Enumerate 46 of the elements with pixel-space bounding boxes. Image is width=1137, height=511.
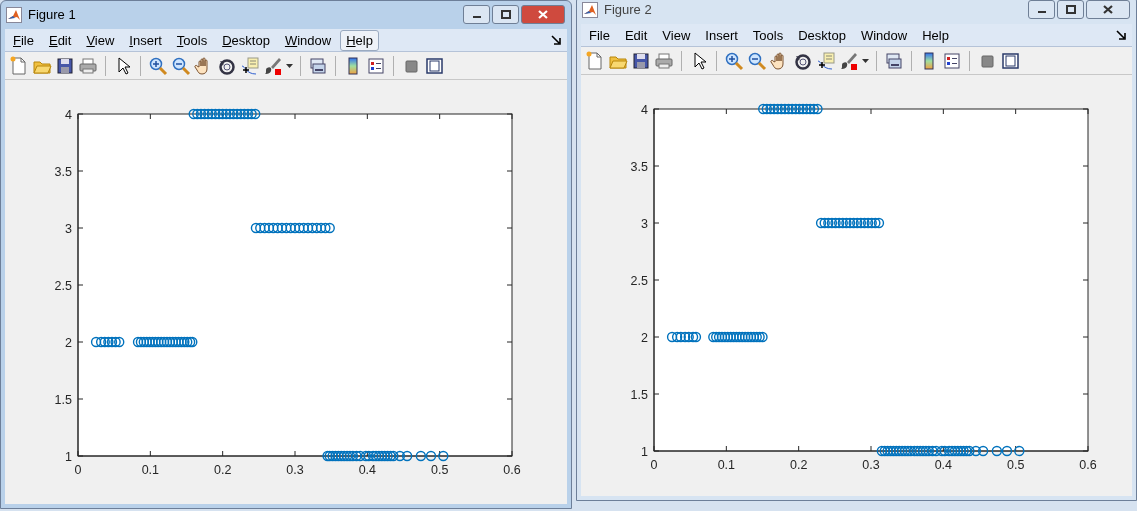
- tick-label: 0.4: [934, 458, 953, 472]
- tick-label: 2.5: [630, 273, 648, 288]
- tick-label: 1: [641, 444, 648, 459]
- tick-label: 0.1: [717, 458, 736, 472]
- menu-item[interactable]: View: [80, 29, 121, 51]
- menu-item[interactable]: Help: [340, 29, 379, 51]
- tick-label: 3: [641, 216, 648, 231]
- tick-label: 1.5: [54, 392, 72, 407]
- menu-item[interactable]: Window: [854, 24, 914, 46]
- tick-label: 3.5: [630, 159, 648, 174]
- menu-item[interactable]: Desktop: [792, 24, 852, 46]
- tick-label: 0.4: [358, 463, 377, 477]
- tick-label: 0.1: [141, 463, 160, 477]
- tick-label: 0: [74, 463, 82, 477]
- tick-label: 0.2: [213, 463, 232, 477]
- tick-label: 3.5: [54, 164, 72, 179]
- tick-label: 0.5: [1006, 458, 1025, 472]
- tick-label: 0.6: [1079, 458, 1097, 472]
- menu-item[interactable]: Edit: [618, 24, 654, 46]
- tick-label: 4: [641, 102, 648, 117]
- menu-item[interactable]: File: [583, 24, 616, 46]
- menu-item[interactable]: View: [656, 24, 697, 46]
- menu-item[interactable]: Tools: [746, 24, 790, 46]
- tick-label: 0.3: [862, 458, 880, 472]
- tick-label: 2: [65, 335, 72, 350]
- menu-item[interactable]: Window: [278, 29, 338, 51]
- tick-label: 2: [641, 330, 648, 345]
- tick-label: 3: [65, 221, 72, 236]
- menu-item[interactable]: Desktop: [216, 29, 276, 51]
- menu-item[interactable]: Insert: [123, 29, 168, 51]
- tick-label: 1: [65, 449, 72, 464]
- tick-label: 1.5: [630, 387, 648, 402]
- menu-item[interactable]: Insert: [699, 24, 744, 46]
- menu-item[interactable]: Help: [916, 24, 955, 46]
- tick-label: 4: [65, 107, 72, 122]
- tick-label: 0.5: [430, 463, 449, 477]
- tick-label: 0.6: [503, 463, 521, 477]
- menu-item[interactable]: Edit: [42, 29, 78, 51]
- tick-label: 0: [650, 458, 658, 472]
- tick-label: 2.5: [54, 278, 72, 293]
- menu-item[interactable]: File: [7, 29, 40, 51]
- tick-label: 0.3: [286, 463, 304, 477]
- window-title: Figure 1: [28, 6, 76, 25]
- window-title: Figure 2: [604, 1, 652, 20]
- tick-label: 0.2: [789, 458, 808, 472]
- menu-item[interactable]: Tools: [170, 29, 214, 51]
